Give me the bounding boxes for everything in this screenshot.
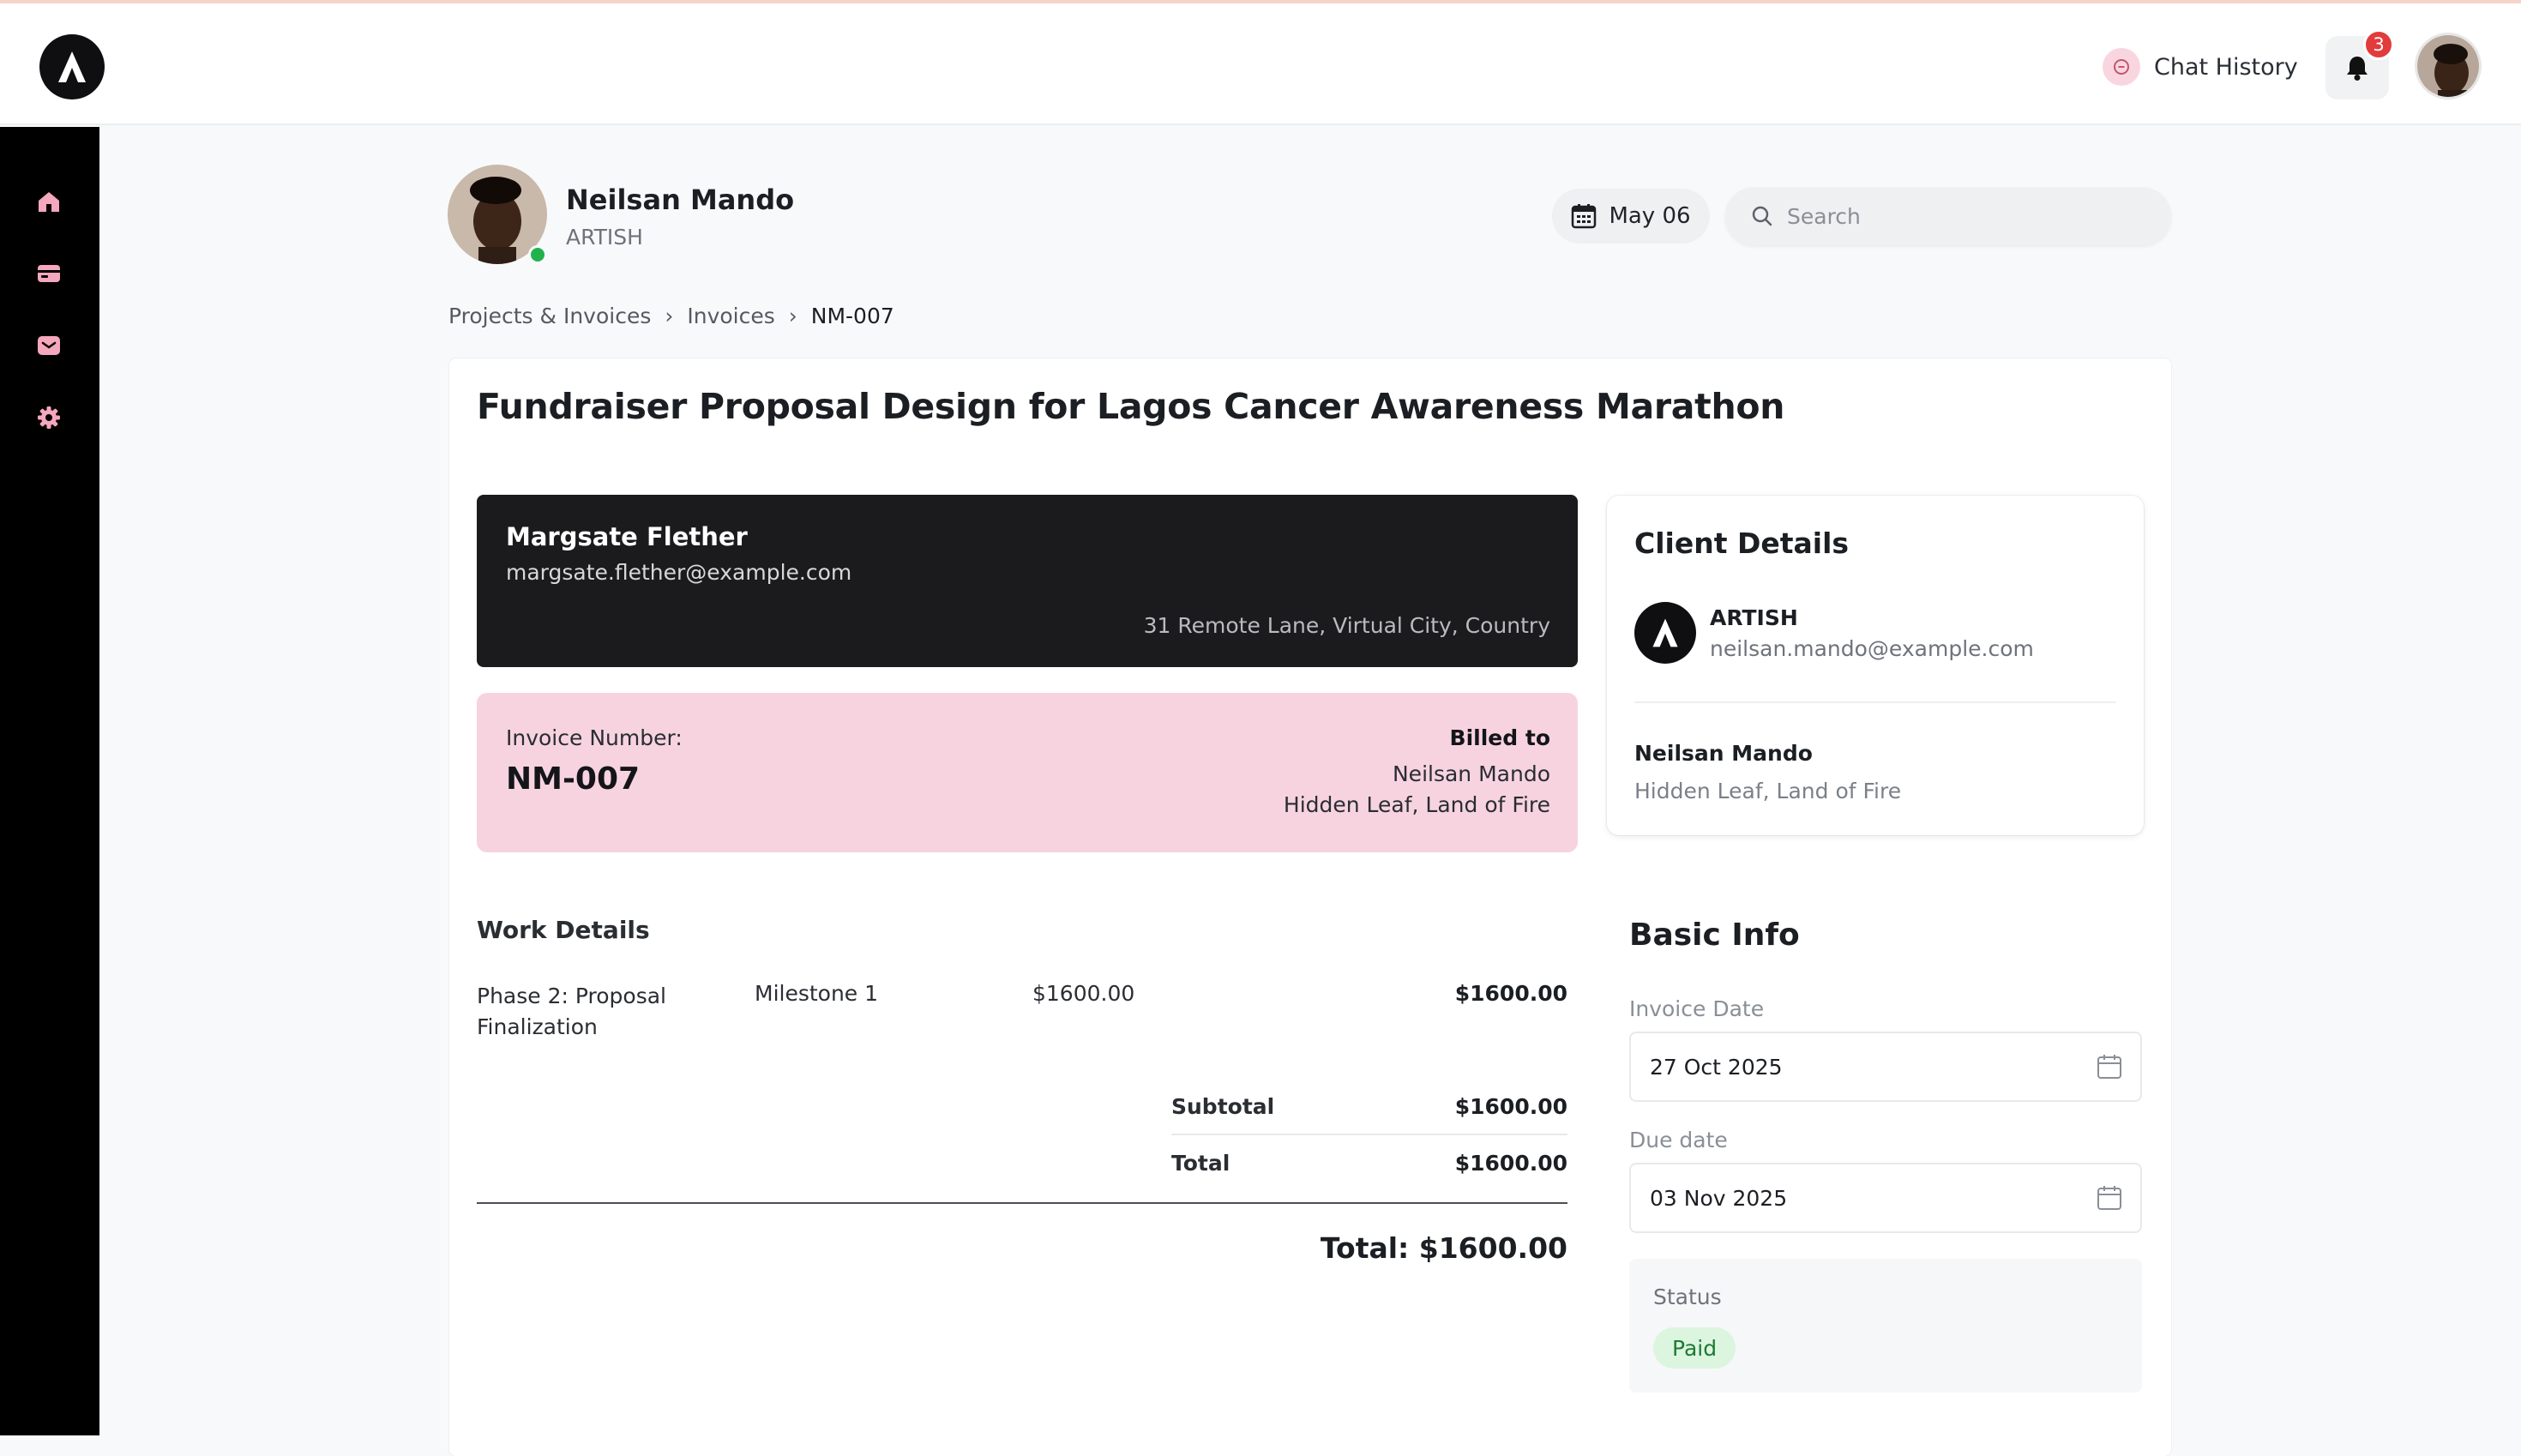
client-org-name: ARTISH — [1710, 605, 1798, 630]
total-label: Total — [1171, 1151, 1230, 1176]
sender-address: 31 Remote Lane, Virtual City, Country — [1143, 613, 1550, 638]
total-value: $1600.00 — [1454, 1151, 1567, 1176]
logo-mark-icon — [1652, 618, 1678, 647]
sender-box: Margsate Flether margsate.flether@exampl… — [477, 495, 1578, 667]
profile-name: Neilsan Mando — [566, 184, 795, 216]
billed-to-label: Billed to — [1449, 725, 1550, 750]
due-date-field[interactable]: 03 Nov 2025 — [1629, 1163, 2142, 1233]
client-details-card: Client Details ARTISH neilsan.mando@exam… — [1607, 496, 2144, 835]
breadcrumb-separator: › — [788, 304, 797, 328]
billed-to-address: Hidden Leaf, Land of Fire — [1283, 792, 1550, 817]
divider — [1634, 701, 2116, 703]
work-item-amount: $1600.00 — [1454, 981, 1567, 1006]
sidebar-item-invoices[interactable] — [34, 259, 63, 288]
work-item-rate: $1600.00 — [1032, 981, 1135, 1006]
sidebar — [0, 127, 99, 1435]
work-item-row: Phase 2: Proposal Finalization Milestone… — [477, 981, 1567, 1050]
sidebar-item-settings[interactable] — [34, 403, 63, 432]
gear-icon — [38, 406, 60, 429]
sidebar-item-inbox[interactable] — [34, 331, 63, 360]
chat-history-label: Chat History — [2154, 53, 2298, 81]
app-logo[interactable] — [39, 34, 105, 99]
breadcrumb-projects-invoices[interactable]: Projects & Invoices — [448, 304, 651, 328]
page-title: Fundraiser Proposal Design for Lagos Can… — [477, 386, 1785, 427]
online-status-dot — [528, 245, 547, 264]
breadcrumb-separator: › — [665, 304, 674, 328]
date-chip-label: May 06 — [1609, 203, 1691, 229]
due-date-label: Due date — [1629, 1128, 1728, 1152]
sender-name: Margsate Flether — [506, 522, 748, 551]
invoice-number: NM-007 — [506, 761, 641, 797]
basic-info-title: Basic Info — [1629, 918, 1800, 953]
calendar-icon — [2097, 1186, 2121, 1210]
chat-history-button[interactable]: Chat History — [2103, 46, 2298, 87]
user-avatar[interactable] — [2415, 33, 2482, 99]
due-date-value: 03 Nov 2025 — [1650, 1185, 1788, 1211]
total-row: Total $1600.00 — [1171, 1144, 1567, 1200]
search-icon — [1752, 206, 1772, 226]
search-bar — [1725, 187, 2171, 245]
subtotal-label: Subtotal — [1171, 1094, 1275, 1119]
breadcrumb-invoices[interactable]: Invoices — [687, 304, 774, 328]
work-details-title: Work Details — [477, 916, 650, 944]
logo-mark-icon — [58, 51, 86, 82]
subtotal-row: Subtotal $1600.00 — [1171, 1087, 1567, 1144]
calendar-icon — [1572, 204, 1597, 229]
calendar-icon — [2097, 1055, 2121, 1079]
search-input[interactable] — [1787, 203, 2147, 229]
work-item-description: Phase 2: Proposal Finalization — [477, 984, 666, 1039]
work-item-milestone: Milestone 1 — [755, 981, 879, 1006]
billed-to-name: Neilsan Mando — [1392, 761, 1550, 786]
status-badge[interactable]: Paid — [1653, 1327, 1736, 1369]
client-details-title: Client Details — [1634, 526, 1850, 560]
profile-role: ARTISH — [566, 225, 643, 250]
client-person-name: Neilsan Mando — [1634, 741, 1813, 766]
date-chip[interactable]: May 06 — [1552, 189, 1710, 244]
breadcrumb: Projects & Invoices › Invoices › NM-007 — [448, 304, 894, 328]
status-label: Status — [1653, 1285, 1722, 1309]
invoice-date-value: 27 Oct 2025 — [1650, 1054, 1783, 1080]
chat-icon — [2103, 48, 2140, 86]
status-box: Status Paid — [1629, 1259, 2142, 1393]
totals-table: Subtotal $1600.00 Total $1600.00 — [1171, 1087, 1567, 1200]
client-email: neilsan.mando@example.com — [1710, 636, 2034, 661]
client-address: Hidden Leaf, Land of Fire — [1634, 779, 1902, 803]
top-bar: Chat History 3 — [0, 0, 2521, 125]
divider — [1171, 1134, 1567, 1135]
home-icon — [39, 192, 59, 212]
grand-total: Total: $1600.00 — [1320, 1231, 1567, 1265]
notifications-button[interactable]: 3 — [2325, 29, 2394, 99]
invoice-number-box: Invoice Number: NM-007 Billed to Neilsan… — [477, 693, 1578, 852]
breadcrumb-current: NM-007 — [810, 304, 894, 328]
divider — [477, 1202, 1567, 1204]
notification-count-badge: 3 — [2363, 29, 2394, 60]
sidebar-item-home[interactable] — [34, 187, 63, 216]
invoice-date-field[interactable]: 27 Oct 2025 — [1629, 1032, 2142, 1102]
invoice-date-label: Invoice Date — [1629, 996, 1765, 1021]
subtotal-value: $1600.00 — [1454, 1094, 1567, 1119]
sender-email: margsate.flether@example.com — [506, 560, 852, 585]
client-logo — [1634, 602, 1696, 664]
invoice-number-label: Invoice Number: — [506, 725, 683, 750]
bell-icon — [2347, 57, 2368, 81]
inbox-icon — [38, 336, 60, 355]
card-icon — [38, 265, 60, 282]
